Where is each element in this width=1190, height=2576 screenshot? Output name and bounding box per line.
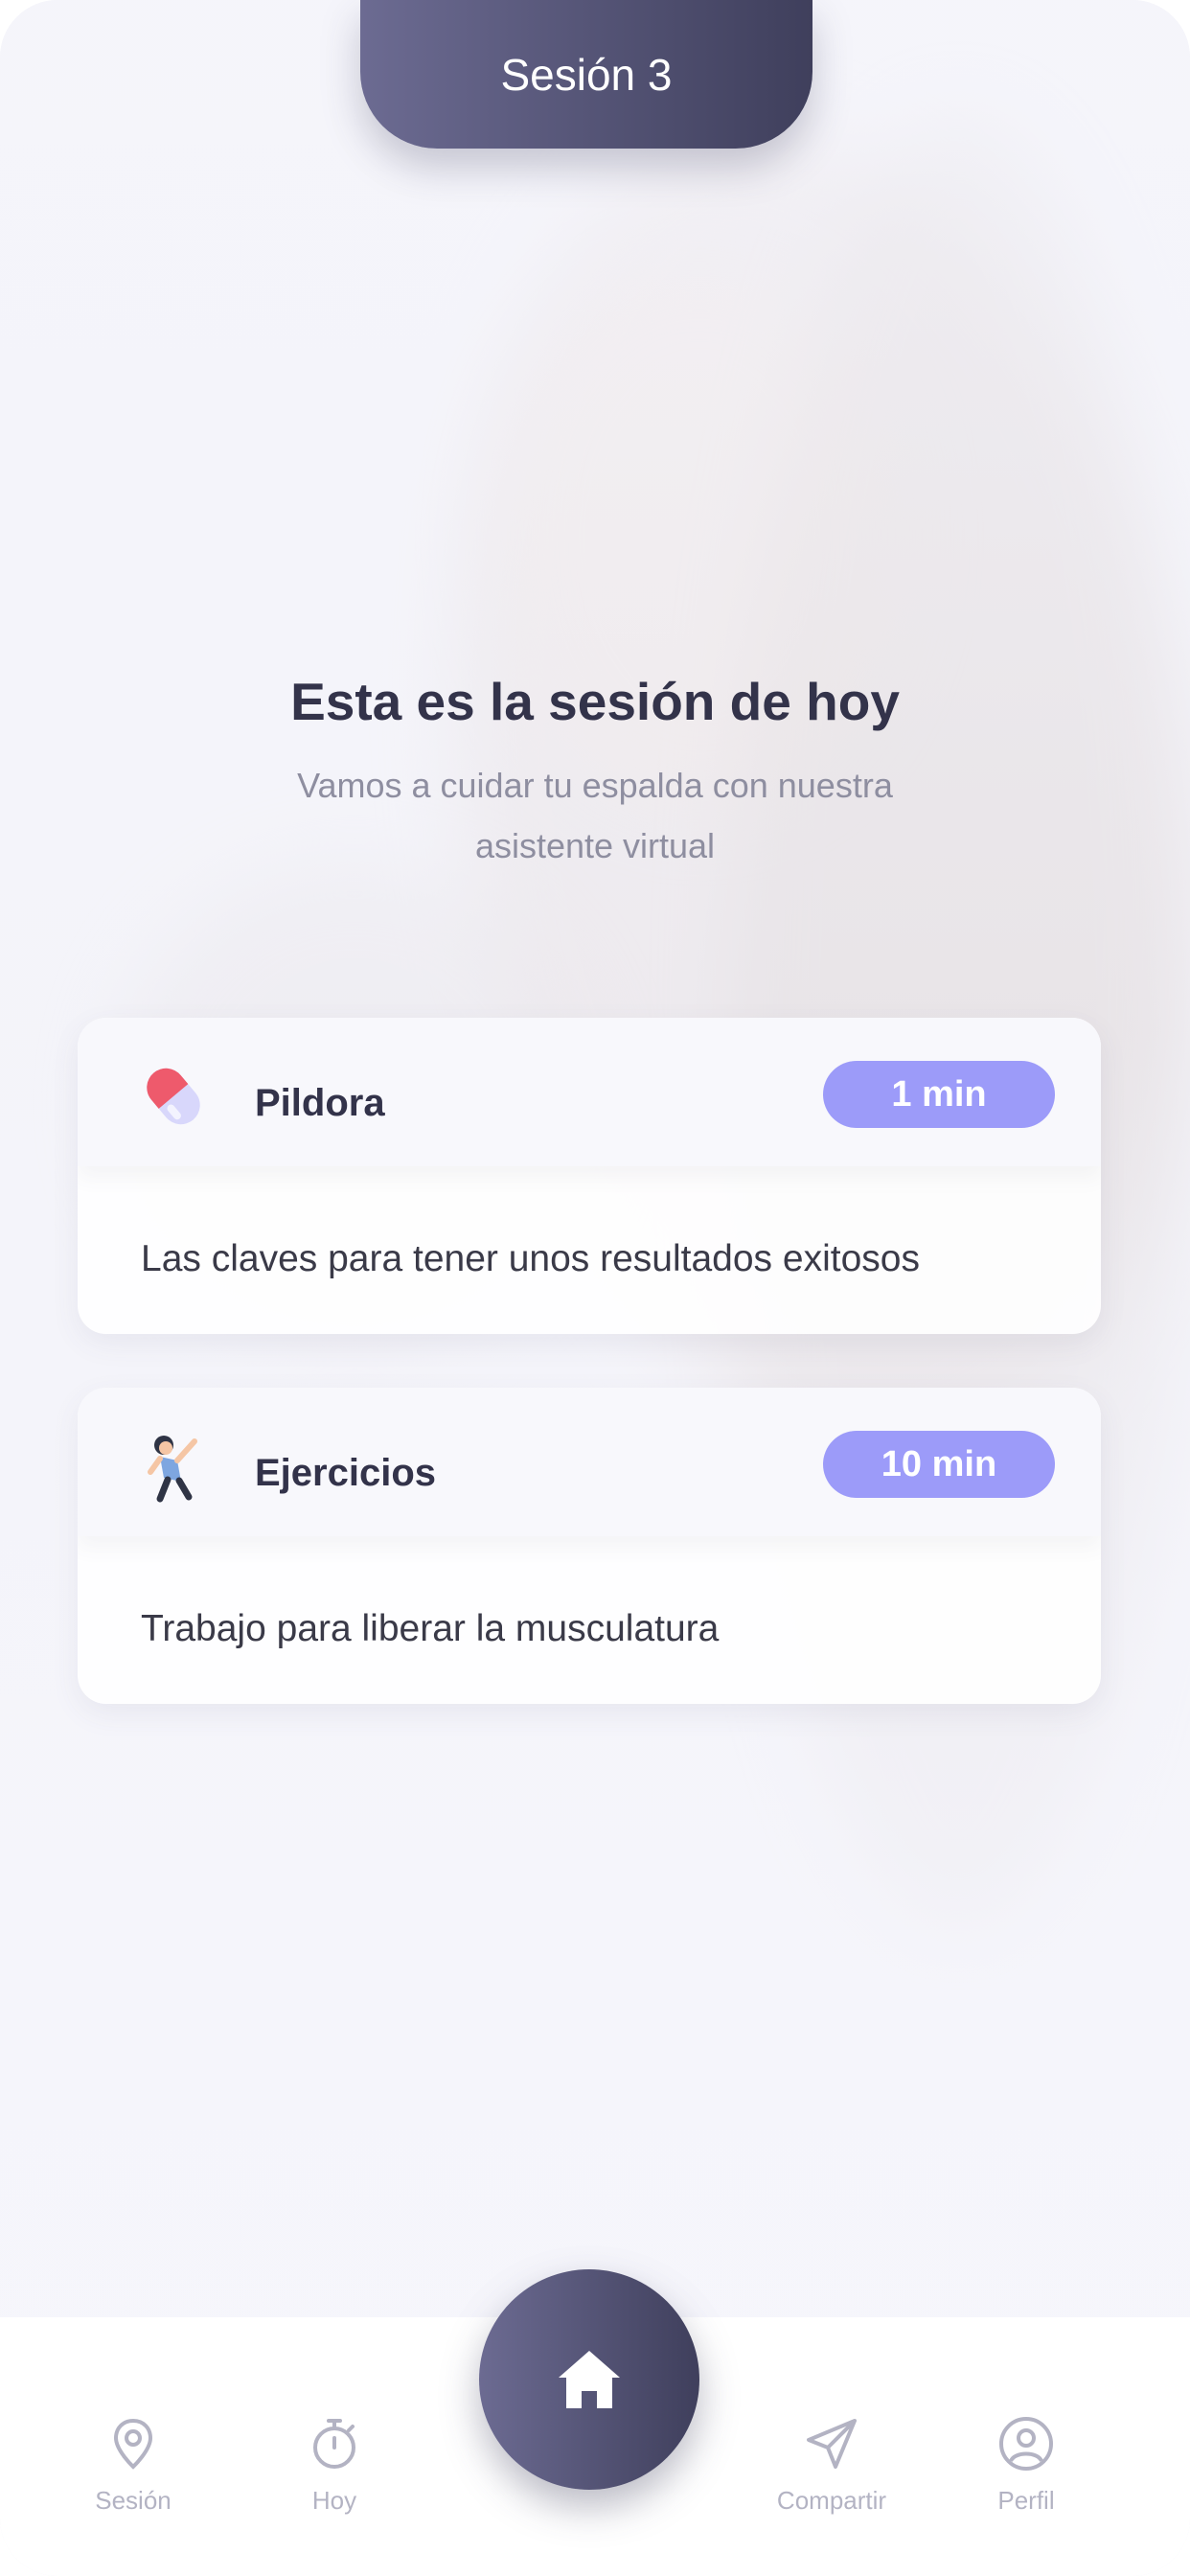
- send-icon: [807, 2419, 857, 2469]
- card-description: Las claves para tener unos resultados ex…: [141, 1238, 920, 1279]
- duration-badge: 1 min: [823, 1061, 1055, 1128]
- page-subtitle: Vamos a cuidar tu espalda con nuestra as…: [249, 755, 941, 876]
- exercise-card[interactable]: Ejercicios 10 min Trabajo para liberar l…: [78, 1388, 1101, 1704]
- card-description: Trabajo para liberar la musculatura: [141, 1608, 720, 1649]
- exercise-icon: [135, 1428, 212, 1505]
- tab-label: Hoy: [311, 2486, 357, 2515]
- tab-hoy[interactable]: Hoy: [239, 2415, 430, 2530]
- card-title: Pildora: [255, 1081, 385, 1124]
- session-screen: Sesión 3 Esta es la sesión de hoy Vamos …: [0, 0, 1190, 2576]
- subtitle-line-2: asistente virtual: [474, 826, 716, 865]
- user-circle-icon: [999, 2417, 1053, 2471]
- session-number-tab[interactable]: Sesión 3: [360, 0, 812, 149]
- location-pin-icon: [113, 2418, 153, 2470]
- tab-label: Sesión: [95, 2486, 172, 2515]
- page-title: Esta es la sesión de hoy: [290, 672, 900, 731]
- subtitle-line-1: Vamos a cuidar tu espalda con nuestra: [297, 766, 893, 805]
- pill-card[interactable]: Pildora 1 min Las claves para tener unos…: [78, 1018, 1101, 1334]
- home-icon: [559, 2351, 620, 2408]
- pill-icon: [135, 1058, 212, 1135]
- card-title: Ejercicios: [255, 1451, 437, 1494]
- stopwatch-icon: [313, 2419, 355, 2469]
- tab-compartir[interactable]: Compartir: [736, 2415, 927, 2530]
- duration-badge: 10 min: [823, 1431, 1055, 1498]
- tab-perfil[interactable]: Perfil: [930, 2415, 1122, 2530]
- tab-label: Compartir: [776, 2486, 887, 2515]
- home-button[interactable]: [479, 2269, 699, 2490]
- tab-label: Perfil: [997, 2486, 1055, 2515]
- session-label: Sesión 3: [500, 49, 673, 100]
- tab-sesion[interactable]: Sesión: [37, 2415, 229, 2530]
